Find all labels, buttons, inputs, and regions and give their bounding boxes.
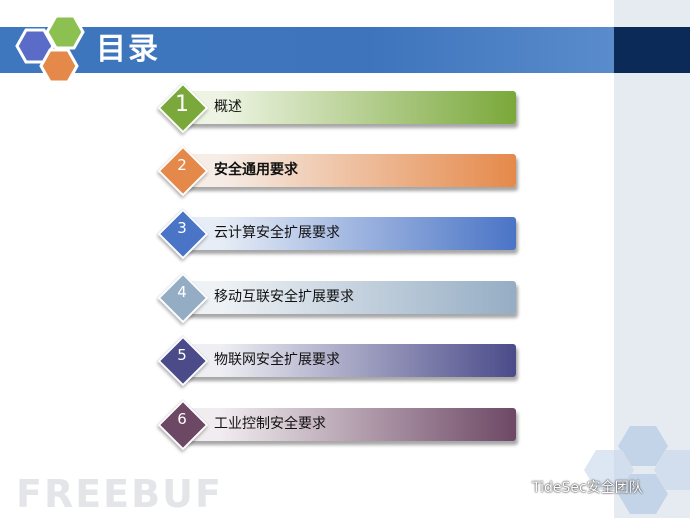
menu-item-number: 5 [177,346,187,364]
menu-item-3[interactable]: 3 云计算安全扩展要求 [157,208,520,260]
menu-item-2[interactable]: 2 安全通用要求 [157,145,520,197]
menu-item-label: 云计算安全扩展要求 [214,225,340,241]
menu-item-label: 概述 [214,99,242,115]
decorative-hexagons-icon [584,426,690,514]
watermark: FREEBUF [16,472,223,516]
menu-item-number: 3 [177,219,187,237]
hexagon-logo-icon [15,14,85,84]
footer-credit: TideSec安全团队 [506,478,643,498]
footer-credit-text: TideSec安全团队 [532,480,643,496]
menu-item-number: 1 [175,92,189,117]
menu-item-label: 物联网安全扩展要求 [214,352,340,368]
menu-item-label: 安全通用要求 [214,162,298,178]
menu-item-label: 移动互联安全扩展要求 [214,289,354,305]
title-bar [0,27,614,73]
wechat-icon [506,479,527,496]
menu-item-number: 4 [177,283,187,301]
page-title: 目录 [96,32,160,67]
menu-item-label: 工业控制安全要求 [214,416,326,432]
menu-item-number: 2 [177,156,187,174]
title-bar-accent [614,27,690,73]
menu-item-5[interactable]: 5 物联网安全扩展要求 [157,335,520,387]
menu-item-1[interactable]: 1 概述 [157,82,520,134]
menu-item-6[interactable]: 6 工业控制安全要求 [157,399,520,451]
menu-item-number: 6 [177,410,187,428]
menu-item-4[interactable]: 4 移动互联安全扩展要求 [157,272,520,324]
